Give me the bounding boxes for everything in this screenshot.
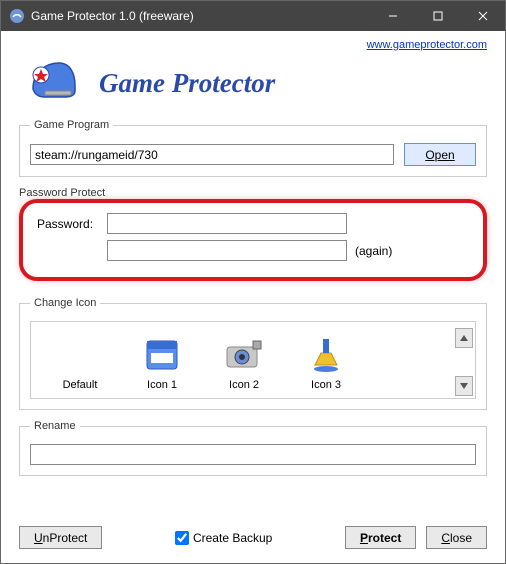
game-program-legend: Game Program [30, 119, 113, 131]
unprotect-button[interactable]: UnProtect [19, 526, 102, 549]
icon-option-default[interactable]: Default [39, 333, 121, 391]
footer-buttons: UnProtect Create Backup Protect Close [19, 526, 487, 549]
close-button-footer[interactable]: Close [426, 526, 487, 549]
helmet-logo-icon [25, 55, 81, 111]
password-again-label: (again) [355, 244, 392, 258]
maximize-button[interactable] [415, 1, 460, 31]
password-highlight-box: Password: (again) [19, 199, 487, 281]
game-program-group: Game Program Open [19, 119, 487, 177]
game-path-input[interactable] [30, 144, 394, 165]
open-button[interactable]: Open [404, 143, 476, 166]
password-input[interactable] [107, 213, 347, 234]
minimize-button[interactable] [370, 1, 415, 31]
password-protect-legend: Password Protect [19, 187, 105, 199]
icon-list: Default Icon 1 Icon 2 [30, 321, 476, 399]
app-title: Game Protector [99, 68, 275, 99]
app-icon [9, 8, 25, 24]
camera-icon [223, 333, 265, 375]
app-window: Game Protector 1.0 (freeware) www.gamepr… [0, 0, 506, 564]
change-icon-group: Change Icon Default Icon 1 Icon 2 [19, 297, 487, 410]
window-title: Game Protector 1.0 (freeware) [31, 9, 370, 23]
password-label: Password: [37, 217, 107, 231]
brush-icon [305, 333, 347, 375]
folder-icon [141, 333, 183, 375]
close-button[interactable] [460, 1, 505, 31]
scroll-down-button[interactable] [455, 376, 473, 396]
rename-legend: Rename [30, 420, 80, 432]
website-link[interactable]: www.gameprotector.com [367, 39, 487, 51]
protect-button[interactable]: Protect [345, 526, 416, 549]
icon-scrollbar [455, 328, 473, 396]
icon-option-2[interactable]: Icon 2 [203, 333, 285, 391]
rename-input[interactable] [30, 444, 476, 465]
password-confirm-input[interactable] [107, 240, 347, 261]
create-backup-input[interactable] [175, 531, 189, 545]
password-protect-group: Password Protect Password: (again) [19, 187, 487, 287]
icon-option-3[interactable]: Icon 3 [285, 333, 367, 391]
website-link-container: www.gameprotector.com [19, 39, 487, 51]
rename-group: Rename [19, 420, 487, 476]
create-backup-checkbox[interactable]: Create Backup [175, 531, 272, 545]
titlebar: Game Protector 1.0 (freeware) [1, 1, 505, 31]
icon-option-1[interactable]: Icon 1 [121, 333, 203, 391]
branding: Game Protector [19, 53, 487, 119]
change-icon-legend: Change Icon [30, 297, 100, 309]
scroll-up-button[interactable] [455, 328, 473, 348]
